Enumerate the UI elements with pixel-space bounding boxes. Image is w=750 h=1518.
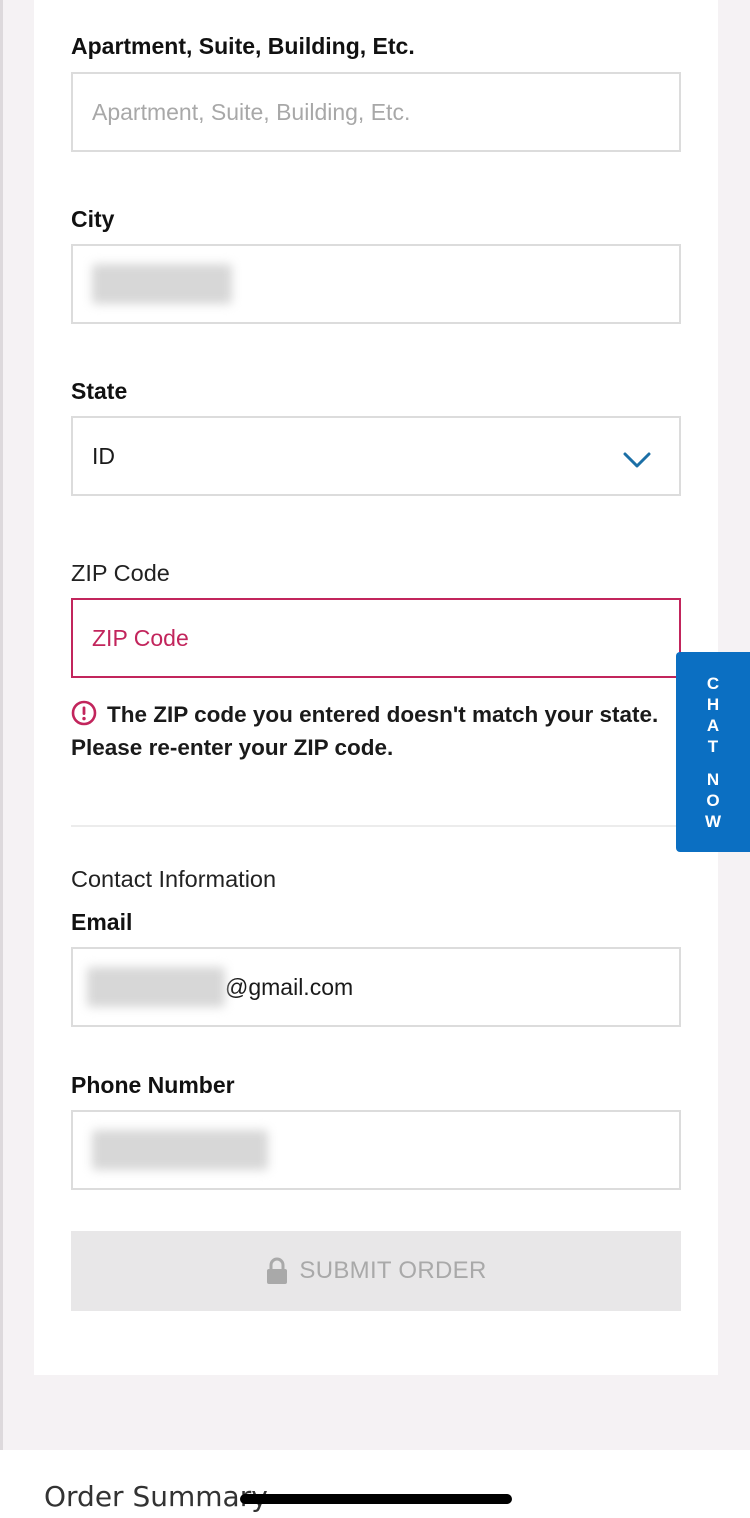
apartment-label: Apartment, Suite, Building, Etc. xyxy=(71,33,415,59)
state-value: ID xyxy=(92,442,115,469)
phone-label: Phone Number xyxy=(71,1072,235,1098)
phone-input[interactable] xyxy=(71,1110,681,1190)
chat-letter: W xyxy=(704,811,722,831)
checkout-form-card: Apartment, Suite, Building, Etc. Apartme… xyxy=(34,0,718,1375)
zip-error-text: The ZIP code you entered doesn't match y… xyxy=(71,702,659,760)
checkout-page: Apartment, Suite, Building, Etc. Apartme… xyxy=(0,0,750,1518)
chat-letter: T xyxy=(707,736,719,756)
chat-letter: N xyxy=(706,769,720,789)
apartment-placeholder: Apartment, Suite, Building, Etc. xyxy=(92,98,411,125)
apartment-input[interactable]: Apartment, Suite, Building, Etc. xyxy=(71,72,681,152)
chat-letter: C xyxy=(706,673,720,693)
submit-order-label: SUBMIT ORDER xyxy=(299,1257,487,1284)
email-domain: @gmail.com xyxy=(225,973,354,1000)
order-summary-bar[interactable]: Order Summary xyxy=(0,1450,750,1518)
zip-placeholder: ZIP Code xyxy=(92,624,189,651)
chat-now-tab[interactable]: C H A T N O W xyxy=(676,652,750,852)
city-label: City xyxy=(71,206,115,232)
submit-order-button[interactable]: SUBMIT ORDER xyxy=(71,1231,681,1311)
lock-icon xyxy=(267,1257,288,1284)
chat-letter: O xyxy=(706,790,720,810)
redacted-phone-value xyxy=(92,1130,268,1170)
zip-label: ZIP Code xyxy=(71,560,170,586)
chat-letter: H xyxy=(706,694,720,714)
state-select[interactable]: ID xyxy=(71,416,681,496)
contact-information-title: Contact Information xyxy=(71,866,277,892)
error-icon xyxy=(71,700,97,726)
redacted-city-value xyxy=(92,264,232,304)
chevron-down-icon xyxy=(623,448,651,475)
zip-input[interactable]: ZIP Code xyxy=(71,598,681,678)
zip-error-message: The ZIP code you entered doesn't match y… xyxy=(71,698,671,764)
order-summary-title: Order Summary xyxy=(44,1480,268,1513)
email-input[interactable]: @gmail.com xyxy=(71,947,681,1027)
city-input[interactable] xyxy=(71,244,681,324)
section-divider xyxy=(71,825,681,827)
home-indicator xyxy=(240,1494,512,1504)
state-label: State xyxy=(71,378,128,404)
redacted-email-username xyxy=(87,967,225,1007)
email-label: Email xyxy=(71,909,133,935)
chat-letter: A xyxy=(706,715,720,735)
left-edge xyxy=(0,0,3,1450)
